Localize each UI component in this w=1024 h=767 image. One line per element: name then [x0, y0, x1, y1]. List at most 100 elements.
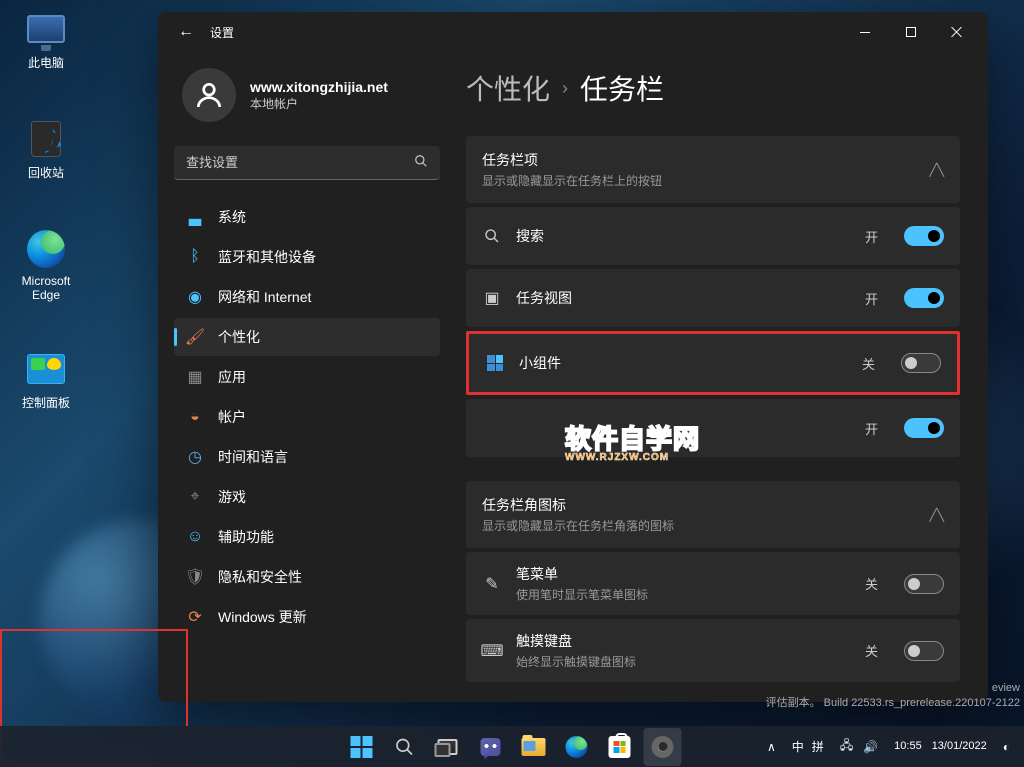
taskview-icon: ▣	[482, 288, 502, 308]
toggle-pen[interactable]	[904, 574, 944, 594]
row-taskview: ▣ 任务视图 开	[466, 269, 960, 327]
chat-icon	[481, 738, 501, 756]
row-pen-menu: ✎ 笔菜单 使用笔时显示笔菜单图标 关	[466, 552, 960, 615]
control-panel-icon	[25, 348, 67, 390]
gaming-icon: ⌖	[186, 488, 204, 506]
nav: ▃系统 ᛒ蓝牙和其他设备 ◉网络和 Internet 🖌个性化 ▦应用 ◒帐户 …	[174, 198, 440, 636]
window-title: 设置	[210, 24, 234, 41]
tray-clock[interactable]: 10:55 13/01/2022	[888, 728, 993, 766]
taskbar-search[interactable]	[386, 728, 424, 766]
window-controls	[842, 14, 980, 50]
desktop-icon-control-panel[interactable]: 控制面板	[10, 348, 82, 411]
bluetooth-icon: ᛒ	[186, 248, 204, 266]
row-widgets: 小组件 关	[469, 334, 957, 392]
desktop-icon-this-pc[interactable]: 此电脑	[10, 8, 82, 71]
chevron-up-icon: ∧	[767, 740, 776, 754]
wifi-icon: ◉	[186, 288, 204, 306]
toggle-state: 开	[865, 227, 878, 246]
taskbar-taskview[interactable]	[429, 728, 467, 766]
row-label: 触摸键盘 始终显示触摸键盘图标	[516, 631, 851, 670]
taskview-icon	[438, 739, 458, 755]
nav-personalization[interactable]: 🖌个性化	[174, 318, 440, 356]
accessibility-icon: ☺	[186, 528, 204, 546]
taskbar-store[interactable]	[601, 728, 639, 766]
toggle-taskview[interactable]	[904, 288, 944, 308]
nav-network[interactable]: ◉网络和 Internet	[174, 278, 440, 316]
taskbar-edge[interactable]	[558, 728, 596, 766]
brush-icon: 🖌	[186, 328, 204, 346]
settings-window: ← 设置 www.xitongzhijia.net 本地帐户	[158, 12, 988, 702]
build-info: eview 评估副本。 Build 22533.rs_prerelease.22…	[766, 682, 1020, 710]
row-label: 任务视图	[516, 288, 851, 308]
toggle-widgets[interactable]	[901, 353, 941, 373]
toggle-chat[interactable]	[904, 418, 944, 438]
section-title: 任务栏角图标	[482, 495, 930, 515]
nav-system[interactable]: ▃系统	[174, 198, 440, 236]
desktop-icon-recycle-bin[interactable]: 回收站	[10, 118, 82, 181]
row-touch-keyboard: ⌨ 触摸键盘 始终显示触摸键盘图标 关	[466, 619, 960, 682]
back-button[interactable]: ←	[166, 12, 206, 52]
row-label: 小组件	[519, 353, 848, 373]
nav-time-language[interactable]: ◷时间和语言	[174, 438, 440, 476]
section-title: 任务栏项	[482, 150, 930, 170]
toggle-search[interactable]	[904, 226, 944, 246]
toggle-state: 关	[862, 354, 875, 373]
tray-notifications[interactable]: ◐	[995, 728, 1018, 766]
desktop-icon-edge[interactable]: Microsoft Edge	[10, 228, 82, 302]
folder-icon	[522, 738, 546, 756]
tray-network-volume[interactable]: 🖧 🔊	[832, 728, 886, 766]
nav-privacy[interactable]: 🛡隐私和安全性	[174, 558, 440, 596]
search-box[interactable]	[174, 146, 440, 180]
keyboard-icon: ⌨	[482, 641, 502, 661]
search-input[interactable]	[186, 155, 414, 170]
start-button[interactable]	[343, 728, 381, 766]
bell-icon: ◐	[1003, 740, 1010, 754]
nav-bluetooth[interactable]: ᛒ蓝牙和其他设备	[174, 238, 440, 276]
tray-overflow[interactable]: ∧	[759, 728, 784, 766]
row-label: 笔菜单 使用笔时显示笔菜单图标	[516, 564, 851, 603]
nav-windows-update[interactable]: ⟳Windows 更新	[174, 598, 440, 636]
icon-label: 此电脑	[10, 54, 82, 71]
taskbar-explorer[interactable]	[515, 728, 553, 766]
profile-block[interactable]: www.xitongzhijia.net 本地帐户	[174, 56, 440, 146]
tray-ime[interactable]: 中 拼	[786, 728, 830, 766]
section-taskbar-items[interactable]: 任务栏项 显示或隐藏显示在任务栏上的按钮 ╱╲	[466, 136, 960, 203]
search-icon	[482, 226, 502, 246]
minimize-button[interactable]	[842, 14, 888, 50]
maximize-button[interactable]	[888, 14, 934, 50]
apps-icon: ▦	[186, 368, 204, 386]
breadcrumb: 个性化 › 任务栏	[466, 68, 960, 108]
avatar-icon	[182, 68, 236, 122]
search-icon	[414, 154, 428, 171]
system-icon: ▃	[186, 208, 204, 226]
row-search: 搜索 开	[466, 207, 960, 265]
section-subtitle: 显示或隐藏显示在任务栏角落的图标	[482, 517, 930, 534]
toggle-state: 关	[865, 574, 878, 593]
toggle-state: 开	[865, 289, 878, 308]
network-icon: 🖧	[840, 736, 853, 757]
toggle-touch-keyboard[interactable]	[904, 641, 944, 661]
taskbar-chat[interactable]	[472, 728, 510, 766]
nav-apps[interactable]: ▦应用	[174, 358, 440, 396]
ime-lang: 中	[792, 738, 804, 755]
window-titlebar[interactable]: ← 设置	[158, 12, 988, 52]
profile-account-type: 本地帐户	[250, 95, 388, 112]
chevron-right-icon: ›	[562, 78, 568, 99]
update-icon: ⟳	[186, 608, 204, 626]
breadcrumb-parent[interactable]: 个性化	[466, 68, 550, 108]
sidebar: www.xitongzhijia.net 本地帐户 ▃系统 ᛒ蓝牙和其他设备 ◉…	[158, 52, 448, 702]
taskbar[interactable]: ∧ 中 拼 🖧 🔊 10:55 13/01/2022 ◐	[0, 726, 1024, 767]
taskbar-settings[interactable]	[644, 728, 682, 766]
section-subtitle: 显示或隐藏显示在任务栏上的按钮	[482, 172, 930, 189]
clock-date: 13/01/2022	[932, 740, 987, 753]
windows-logo-icon	[351, 736, 373, 758]
icon-label: Microsoft Edge	[10, 274, 82, 302]
nav-accessibility[interactable]: ☺辅助功能	[174, 518, 440, 556]
nav-accounts[interactable]: ◒帐户	[174, 398, 440, 436]
row-label: 搜索	[516, 226, 851, 246]
ime-mode: 拼	[812, 738, 824, 755]
section-corner-icons[interactable]: 任务栏角图标 显示或隐藏显示在任务栏角落的图标 ╱╲	[466, 481, 960, 548]
close-button[interactable]	[934, 14, 980, 50]
nav-gaming[interactable]: ⌖游戏	[174, 478, 440, 516]
volume-icon: 🔊	[863, 740, 878, 754]
